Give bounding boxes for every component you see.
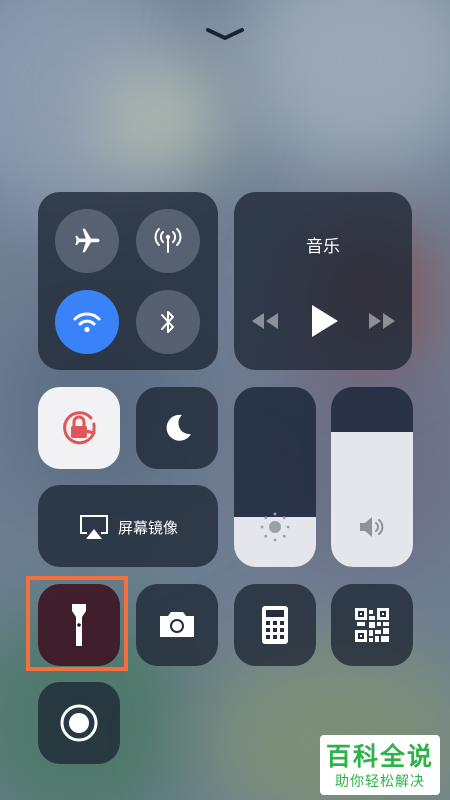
watermark-badge: 百科全说 助你轻松解决 [320, 735, 440, 795]
calculator-icon [262, 606, 288, 644]
qr-scanner-button[interactable] [331, 584, 413, 666]
bluetooth-button[interactable] [136, 290, 200, 354]
airplane-icon [75, 228, 100, 253]
chevron-down-icon[interactable] [205, 26, 245, 42]
qr-code-icon [355, 608, 389, 642]
play-icon[interactable] [308, 303, 340, 339]
speaker-icon [360, 517, 384, 537]
watermark-title: 百科全说 [325, 742, 434, 771]
antenna-icon [154, 228, 182, 253]
camera-button[interactable] [136, 584, 218, 666]
rotation-lock-button[interactable] [38, 387, 120, 469]
sun-icon [260, 512, 290, 542]
forward-icon[interactable] [367, 311, 397, 331]
volume-fill [331, 432, 413, 567]
screen-mirroring-label: 屏幕镜像 [118, 519, 179, 537]
moon-icon [166, 414, 191, 441]
cellular-data-button[interactable] [136, 209, 200, 273]
wifi-button[interactable] [55, 290, 119, 354]
brightness-slider[interactable] [234, 387, 316, 567]
rotation-lock-icon [63, 411, 96, 445]
music-panel [234, 192, 412, 370]
rewind-icon[interactable] [250, 311, 280, 331]
watermark-subtitle: 助你轻松解决 [335, 774, 425, 790]
music-title: 音乐 [306, 237, 340, 257]
highlight-box [26, 576, 128, 671]
record-icon [60, 704, 98, 742]
airplay-icon [80, 515, 108, 539]
camera-icon [160, 612, 194, 637]
screen-record-button[interactable] [38, 682, 120, 764]
volume-slider[interactable] [331, 387, 413, 567]
bluetooth-icon [161, 311, 174, 333]
wifi-icon [73, 312, 101, 333]
airplane-mode-button[interactable] [55, 209, 119, 273]
calculator-button[interactable] [234, 584, 316, 666]
do-not-disturb-button[interactable] [136, 387, 218, 469]
